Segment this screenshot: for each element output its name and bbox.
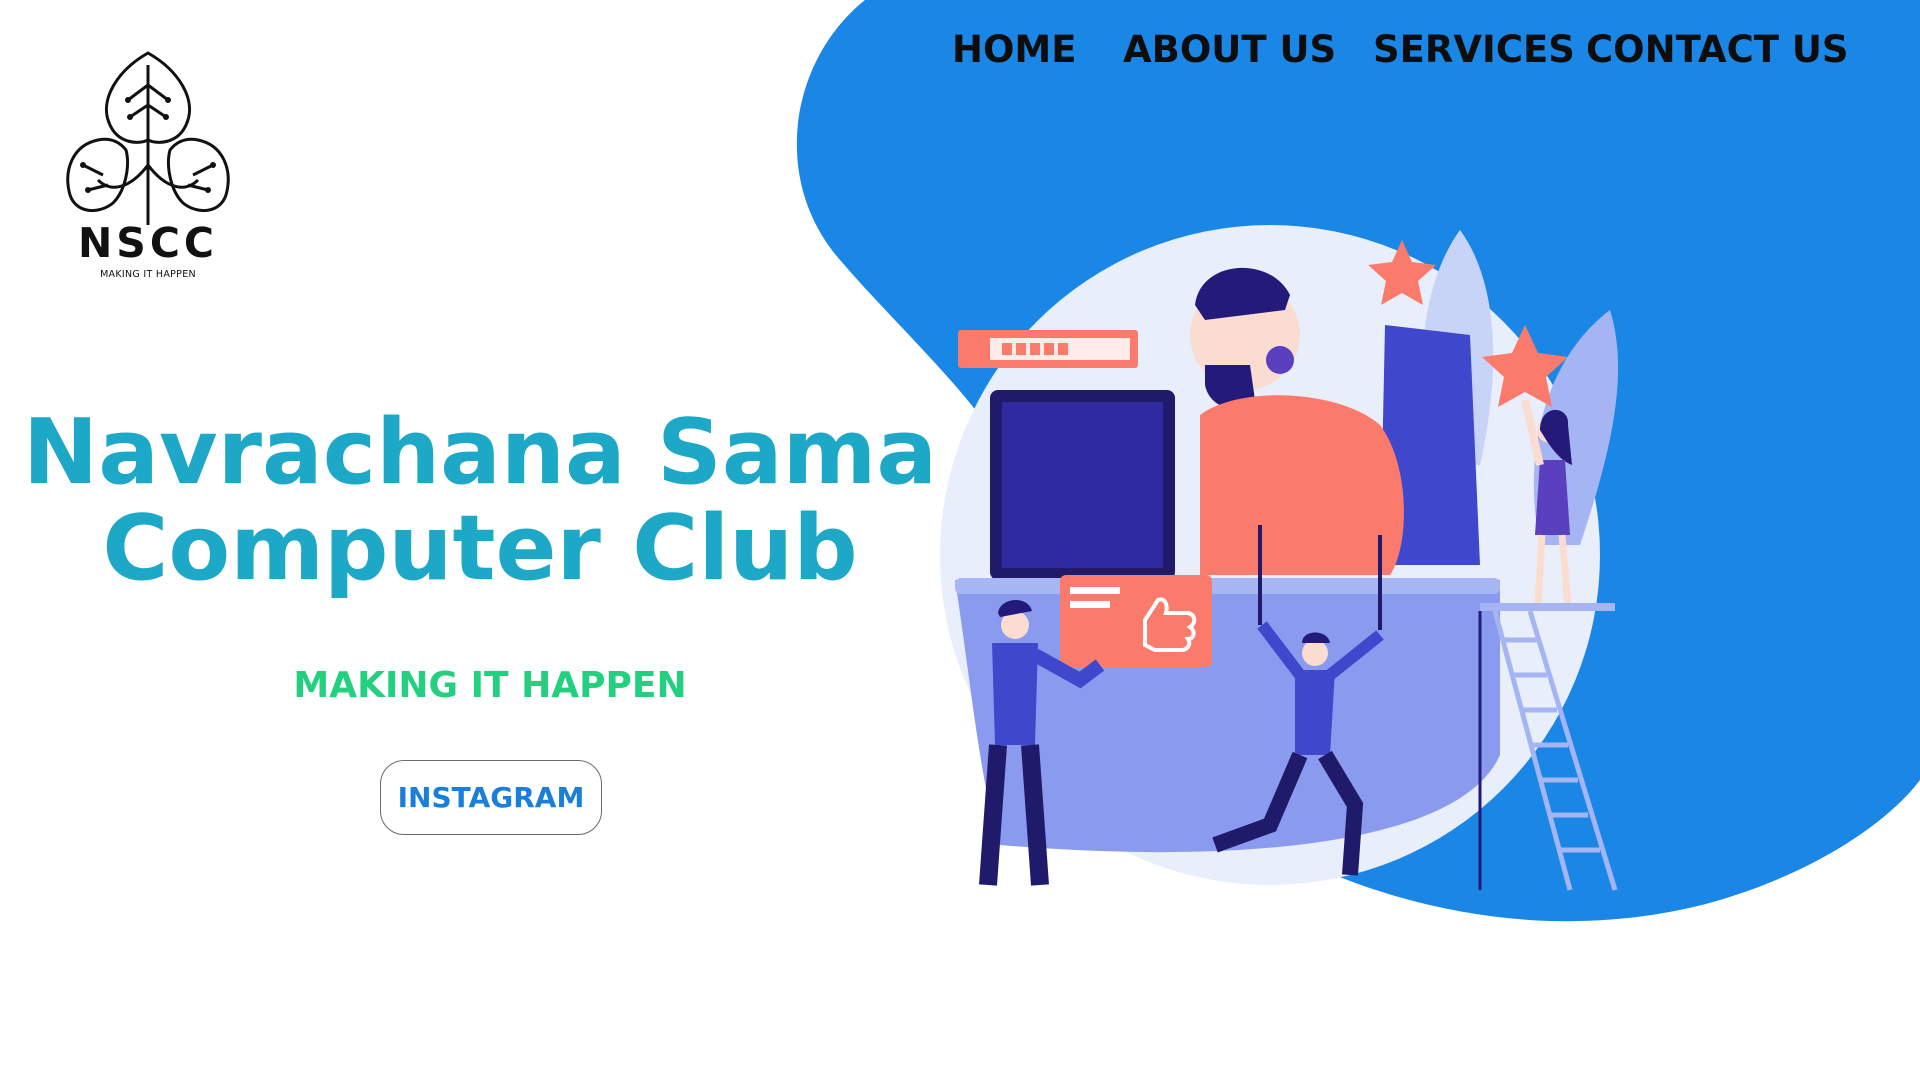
hero-title: Navrachana Sama Computer Club [20, 405, 940, 597]
logo-name: NSCC [77, 219, 219, 267]
hero-tagline: MAKING IT HAPPEN [293, 665, 687, 706]
logo-tagline: MAKING IT HAPPEN [100, 269, 196, 280]
circuit-tree-icon [66, 51, 230, 225]
team-workspace-illustration [940, 225, 1619, 891]
nav-about-us[interactable]: ABOUT US [1123, 22, 1336, 78]
hero-title-line2: Computer Club [102, 496, 858, 601]
nav-services[interactable]: SERVICES [1373, 22, 1575, 78]
nscc-logo[interactable]: NSCC MAKING IT HAPPEN [58, 45, 238, 285]
nav-contact-us[interactable]: CONTACT US [1586, 22, 1849, 78]
instagram-button[interactable]: INSTAGRAM [380, 760, 602, 835]
nav-home[interactable]: HOME [952, 22, 1077, 78]
hero-title-line1: Navrachana Sama [22, 400, 938, 505]
